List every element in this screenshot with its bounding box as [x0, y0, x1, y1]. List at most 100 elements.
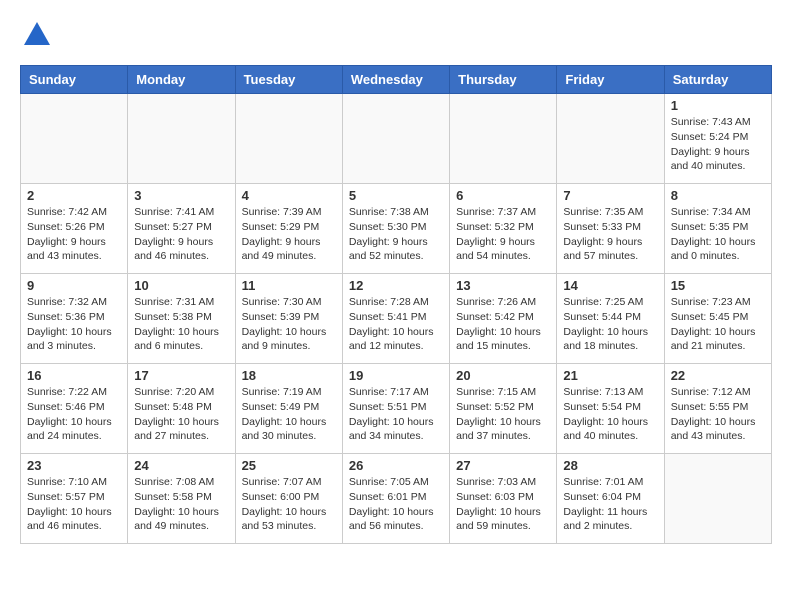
- calendar-cell: 14 Sunrise: 7:25 AM Sunset: 5:44 PM Dayli…: [557, 274, 664, 364]
- week-row-1: 1 Sunrise: 7:43 AM Sunset: 5:24 PM Daylig…: [21, 94, 772, 184]
- day-info: Sunrise: 7:22 AM Sunset: 5:46 PM Dayligh…: [27, 385, 121, 444]
- day-number: 4: [242, 188, 336, 203]
- calendar-cell: [664, 454, 771, 544]
- day-number: 1: [671, 98, 765, 113]
- calendar-cell: 22Sunrise: 7:12 AM Sunset: 5:55 PM Dayli…: [664, 364, 771, 454]
- calendar-cell: 20 Sunrise: 7:15 AM Sunset: 5:52 PM Dayli…: [450, 364, 557, 454]
- calendar-cell: 2 Sunrise: 7:42 AM Sunset: 5:26 PM Daylig…: [21, 184, 128, 274]
- calendar-cell: 7 Sunrise: 7:35 AM Sunset: 5:33 PM Daylig…: [557, 184, 664, 274]
- calendar-cell: 18 Sunrise: 7:19 AM Sunset: 5:49 PM Dayli…: [235, 364, 342, 454]
- day-number: 26: [349, 458, 443, 473]
- day-info: Sunrise: 7:31 AM Sunset: 5:38 PM Dayligh…: [134, 295, 228, 354]
- calendar-cell: 26 Sunrise: 7:05 AM Sunset: 6:01 PM Dayli…: [342, 454, 449, 544]
- calendar-cell: 17 Sunrise: 7:20 AM Sunset: 5:48 PM Dayli…: [128, 364, 235, 454]
- weekday-header-thursday: Thursday: [450, 66, 557, 94]
- calendar-cell: 25Sunrise: 7:07 AM Sunset: 6:00 PM Dayli…: [235, 454, 342, 544]
- day-number: 17: [134, 368, 228, 383]
- calendar-cell: 19Sunrise: 7:17 AM Sunset: 5:51 PM Dayli…: [342, 364, 449, 454]
- week-row-2: 2 Sunrise: 7:42 AM Sunset: 5:26 PM Daylig…: [21, 184, 772, 274]
- day-number: 9: [27, 278, 121, 293]
- weekday-header-saturday: Saturday: [664, 66, 771, 94]
- page-header: [20, 20, 772, 55]
- day-info: Sunrise: 7:28 AM Sunset: 5:41 PM Dayligh…: [349, 295, 443, 354]
- day-info: Sunrise: 7:37 AM Sunset: 5:32 PM Dayligh…: [456, 205, 550, 264]
- day-number: 6: [456, 188, 550, 203]
- calendar-cell: [342, 94, 449, 184]
- day-number: 14: [563, 278, 657, 293]
- calendar-cell: 10 Sunrise: 7:31 AM Sunset: 5:38 PM Dayli…: [128, 274, 235, 364]
- day-number: 13: [456, 278, 550, 293]
- day-info: Sunrise: 7:43 AM Sunset: 5:24 PM Dayligh…: [671, 115, 765, 174]
- calendar-cell: [21, 94, 128, 184]
- day-info: Sunrise: 7:07 AM Sunset: 6:00 PM Dayligh…: [242, 475, 336, 534]
- calendar-cell: [557, 94, 664, 184]
- day-number: 15: [671, 278, 765, 293]
- calendar-cell: 5 Sunrise: 7:38 AM Sunset: 5:30 PM Daylig…: [342, 184, 449, 274]
- day-info: Sunrise: 7:30 AM Sunset: 5:39 PM Dayligh…: [242, 295, 336, 354]
- calendar-cell: 12 Sunrise: 7:28 AM Sunset: 5:41 PM Dayli…: [342, 274, 449, 364]
- day-number: 16: [27, 368, 121, 383]
- day-info: Sunrise: 7:13 AM Sunset: 5:54 PM Dayligh…: [563, 385, 657, 444]
- calendar-cell: 3 Sunrise: 7:41 AM Sunset: 5:27 PM Daylig…: [128, 184, 235, 274]
- day-number: 19: [349, 368, 443, 383]
- day-number: 28: [563, 458, 657, 473]
- day-info: Sunrise: 7:20 AM Sunset: 5:48 PM Dayligh…: [134, 385, 228, 444]
- weekday-header-monday: Monday: [128, 66, 235, 94]
- day-info: Sunrise: 7:03 AM Sunset: 6:03 PM Dayligh…: [456, 475, 550, 534]
- day-info: Sunrise: 7:05 AM Sunset: 6:01 PM Dayligh…: [349, 475, 443, 534]
- logo-icon: [22, 20, 52, 50]
- day-info: Sunrise: 7:42 AM Sunset: 5:26 PM Dayligh…: [27, 205, 121, 264]
- day-number: 20: [456, 368, 550, 383]
- day-number: 21: [563, 368, 657, 383]
- calendar-cell: [128, 94, 235, 184]
- day-info: Sunrise: 7:32 AM Sunset: 5:36 PM Dayligh…: [27, 295, 121, 354]
- calendar-cell: 28 Sunrise: 7:01 AM Sunset: 6:04 PM Dayli…: [557, 454, 664, 544]
- day-number: 18: [242, 368, 336, 383]
- logo: [20, 20, 52, 55]
- weekday-header-wednesday: Wednesday: [342, 66, 449, 94]
- week-row-4: 16 Sunrise: 7:22 AM Sunset: 5:46 PM Dayli…: [21, 364, 772, 454]
- day-info: Sunrise: 7:34 AM Sunset: 5:35 PM Dayligh…: [671, 205, 765, 264]
- calendar-cell: 8 Sunrise: 7:34 AM Sunset: 5:35 PM Daylig…: [664, 184, 771, 274]
- calendar-cell: 11 Sunrise: 7:30 AM Sunset: 5:39 PM Dayli…: [235, 274, 342, 364]
- weekday-header-friday: Friday: [557, 66, 664, 94]
- calendar-cell: 21 Sunrise: 7:13 AM Sunset: 5:54 PM Dayli…: [557, 364, 664, 454]
- day-number: 24: [134, 458, 228, 473]
- calendar-cell: 23 Sunrise: 7:10 AM Sunset: 5:57 PM Dayli…: [21, 454, 128, 544]
- day-info: Sunrise: 7:01 AM Sunset: 6:04 PM Dayligh…: [563, 475, 657, 534]
- calendar-cell: 15 Sunrise: 7:23 AM Sunset: 5:45 PM Dayli…: [664, 274, 771, 364]
- calendar-cell: [450, 94, 557, 184]
- day-number: 10: [134, 278, 228, 293]
- calendar-cell: 4Sunrise: 7:39 AM Sunset: 5:29 PM Daylig…: [235, 184, 342, 274]
- day-info: Sunrise: 7:08 AM Sunset: 5:58 PM Dayligh…: [134, 475, 228, 534]
- day-number: 11: [242, 278, 336, 293]
- day-number: 8: [671, 188, 765, 203]
- day-info: Sunrise: 7:41 AM Sunset: 5:27 PM Dayligh…: [134, 205, 228, 264]
- day-number: 27: [456, 458, 550, 473]
- calendar-cell: 27 Sunrise: 7:03 AM Sunset: 6:03 PM Dayli…: [450, 454, 557, 544]
- week-row-3: 9 Sunrise: 7:32 AM Sunset: 5:36 PM Daylig…: [21, 274, 772, 364]
- day-info: Sunrise: 7:19 AM Sunset: 5:49 PM Dayligh…: [242, 385, 336, 444]
- day-info: Sunrise: 7:15 AM Sunset: 5:52 PM Dayligh…: [456, 385, 550, 444]
- day-number: 3: [134, 188, 228, 203]
- day-info: Sunrise: 7:26 AM Sunset: 5:42 PM Dayligh…: [456, 295, 550, 354]
- calendar-cell: 13 Sunrise: 7:26 AM Sunset: 5:42 PM Dayli…: [450, 274, 557, 364]
- day-number: 23: [27, 458, 121, 473]
- day-info: Sunrise: 7:35 AM Sunset: 5:33 PM Dayligh…: [563, 205, 657, 264]
- calendar-cell: 9 Sunrise: 7:32 AM Sunset: 5:36 PM Daylig…: [21, 274, 128, 364]
- day-info: Sunrise: 7:10 AM Sunset: 5:57 PM Dayligh…: [27, 475, 121, 534]
- weekday-header-tuesday: Tuesday: [235, 66, 342, 94]
- weekday-header-row: SundayMondayTuesdayWednesdayThursdayFrid…: [21, 66, 772, 94]
- day-number: 7: [563, 188, 657, 203]
- day-info: Sunrise: 7:12 AM Sunset: 5:55 PM Dayligh…: [671, 385, 765, 444]
- calendar-cell: 6 Sunrise: 7:37 AM Sunset: 5:32 PM Daylig…: [450, 184, 557, 274]
- calendar-cell: [235, 94, 342, 184]
- day-number: 2: [27, 188, 121, 203]
- day-info: Sunrise: 7:23 AM Sunset: 5:45 PM Dayligh…: [671, 295, 765, 354]
- day-number: 5: [349, 188, 443, 203]
- day-info: Sunrise: 7:38 AM Sunset: 5:30 PM Dayligh…: [349, 205, 443, 264]
- calendar-cell: 16 Sunrise: 7:22 AM Sunset: 5:46 PM Dayli…: [21, 364, 128, 454]
- day-info: Sunrise: 7:25 AM Sunset: 5:44 PM Dayligh…: [563, 295, 657, 354]
- day-number: 12: [349, 278, 443, 293]
- calendar-table: SundayMondayTuesdayWednesdayThursdayFrid…: [20, 65, 772, 544]
